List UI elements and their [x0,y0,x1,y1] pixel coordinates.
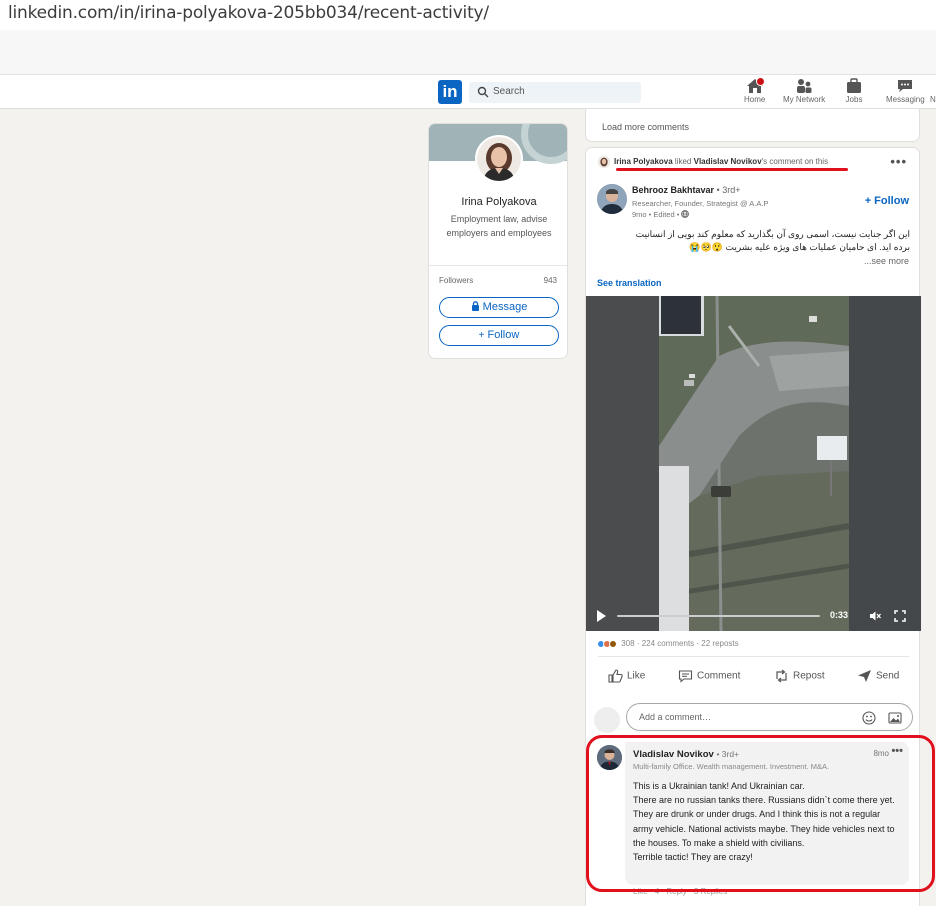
comment-button[interactable]: Comment [678,669,740,683]
activity-suffix: 's comment on this [761,157,829,167]
street-scene-image [659,296,849,631]
profile-card: Irina Polyakova Employment law, advise e… [428,123,568,359]
post-author-name[interactable]: Behrooz Bakhtavar • 3rd+ [632,185,740,195]
nav-home-label: Home [744,95,766,104]
see-translation-link[interactable]: See translation [597,278,662,288]
add-comment-placeholder: Add a comment… [639,712,712,722]
profile-name[interactable]: Irina Polyakova [429,196,567,208]
browser-url-bar[interactable]: linkedin.com/in/irina-polyakova-205bb034… [0,0,936,30]
profile-tagline: Employment law, advise employers and emp… [446,214,552,238]
highlight-underline [616,168,848,171]
nav-jobs[interactable]: Jobs [845,78,863,104]
nav-messaging[interactable]: Messaging [886,78,925,104]
search-placeholder: Search [493,86,525,97]
search-icon [477,86,489,98]
profile-photo-icon [477,137,521,181]
followers-label: Followers [439,276,474,285]
top-navbar: in Search Home My Network Jobs Messaging… [0,75,936,109]
mute-icon[interactable] [869,610,881,622]
post-video[interactable]: 0:33 [586,296,921,631]
see-more-link[interactable]: ...see more [864,256,909,266]
followers-count: 943 [543,276,557,285]
reposts-count: 22 reposts [701,639,739,648]
fullscreen-icon[interactable] [894,610,906,622]
video-time: 0:33 [830,610,849,620]
activity-target[interactable]: Vladislav Novikov [694,157,762,166]
post-text-line-1: این اگر جنایت نیست، اسمی روی آن بگذارید … [635,229,910,239]
follow-profile-label: Follow [487,329,520,341]
nav-my-network[interactable]: My Network [783,78,825,104]
author-photo-icon [597,184,627,214]
message-button[interactable]: Message [439,297,559,318]
repost-button[interactable]: Repost [774,669,825,683]
activity-actor[interactable]: Irina Polyakova [614,157,673,166]
lock-icon [471,301,479,311]
post-more-options-icon[interactable]: ••• [890,154,907,169]
globe-icon [681,210,690,218]
post-text-line-2: برده اید. ای حامیان عملیات های ویژه علیه… [689,242,910,252]
social-counts[interactable]: 308 · 224 comments · 22 reposts [597,639,739,648]
post-author-meta: 9mo • Edited • [632,210,690,219]
linkedin-logo-icon[interactable]: in [438,80,462,104]
actions-divider [598,656,909,657]
like-button[interactable]: Like [608,669,645,683]
highlight-box [586,735,935,892]
search-input[interactable]: Search [469,82,641,103]
add-comment-row: Add a comment… [594,703,914,733]
profile-avatar[interactable] [475,135,523,183]
reactions-count: 308 [621,639,635,648]
nav-home[interactable]: Home [744,77,766,104]
profile-divider [429,265,567,266]
image-icon[interactable] [888,711,902,725]
nav-jobs-label: Jobs [845,95,863,104]
url-text[interactable]: linkedin.com/in/irina-polyakova-205bb034… [8,3,489,23]
previous-post-card: Load more comments [585,109,920,142]
network-icon [797,79,812,93]
comments-count: 224 comments [641,639,695,648]
nav-messaging-label: Messaging [886,95,925,104]
post-author-avatar[interactable] [597,184,627,214]
nav-notifications-label: N [930,95,936,104]
activity-verb: liked [672,157,694,167]
follow-author-button[interactable]: + Follow [865,195,909,207]
post-text: این اگر جنایت نیست، اسمی روی آن بگذارید … [598,228,910,254]
video-blur-left [586,296,659,631]
post-actions-bar: Like Comment Repost Send [586,666,921,690]
viewer-avatar [594,707,620,733]
video-progress-track[interactable] [617,615,820,617]
video-frame [659,296,849,631]
send-icon [858,670,871,682]
emoji-icon[interactable] [862,711,876,725]
nav-my-network-label: My Network [783,95,826,104]
video-controls: 0:33 [586,601,921,631]
messaging-icon [898,80,913,92]
briefcase-icon [847,78,861,93]
video-blur-right [849,296,921,631]
message-button-label: Message [482,301,528,313]
load-more-comments-button[interactable]: Load more comments [602,122,689,132]
actor-mini-avatar[interactable] [598,156,610,168]
repost-icon [776,669,787,683]
nav-notifications-cut[interactable]: N [930,95,936,104]
comment-icon [678,670,693,683]
play-icon[interactable] [597,610,606,622]
follow-profile-button[interactable]: + Follow [439,325,559,346]
plus-icon: + [478,330,485,341]
post-author-headline: Researcher, Founder, Strategist @ A.A.P [632,199,769,208]
author-degree: • 3rd+ [716,185,741,195]
notification-badge [756,77,766,86]
add-comment-input[interactable]: Add a comment… [626,703,913,731]
browser-overlay-bar [0,30,936,75]
send-button[interactable]: Send [857,669,899,683]
thumbs-up-icon [608,669,623,683]
sad-reaction-icon [609,639,617,648]
activity-header: Irina Polyakova liked Vladislav Novikov'… [598,156,828,168]
